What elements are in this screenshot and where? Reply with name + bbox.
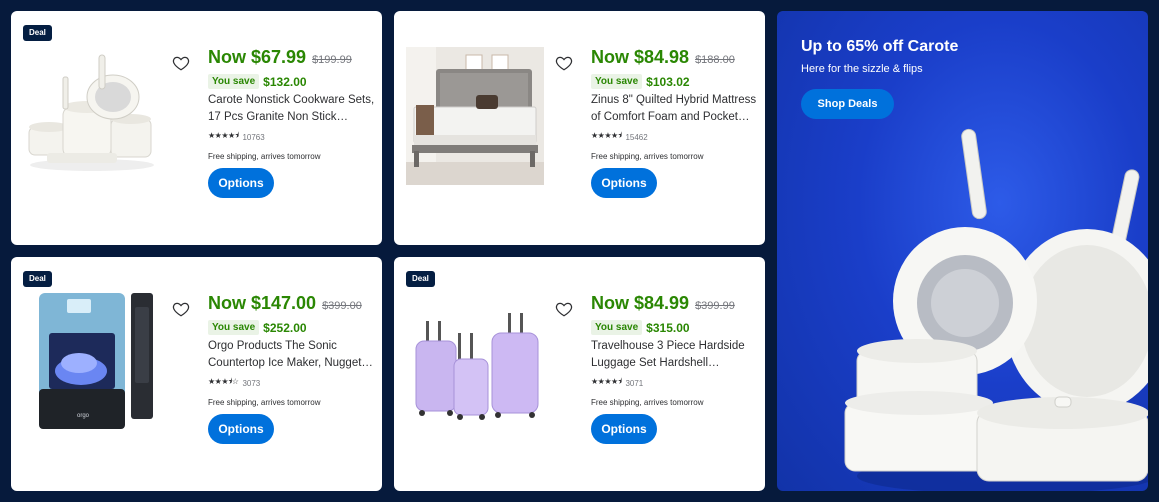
rating: ★★★★⯨ 3071 [591,376,761,390]
shipping-info: Free shipping, arrives tomorrow [591,398,704,407]
product-card-ice-maker[interactable]: Deal orgo Now $147.00 $399.00 You save $… [11,257,382,491]
shipping-info: Free shipping, arrives tomorrow [208,398,321,407]
options-button[interactable]: Options [208,414,274,444]
star-rating-icon: ★★★★⯨ [208,131,239,140]
review-count: 15462 [625,132,648,142]
original-price: $188.00 [695,54,735,66]
heart-icon[interactable] [172,54,190,72]
star-rating-icon: ★★★⯨☆ [208,377,239,386]
shipping-info: Free shipping, arrives tomorrow [591,152,704,161]
star-rating-icon: ★★★★⯨ [591,131,622,140]
carote-cookware-image [844,128,1148,491]
you-save-amount: $132.00 [263,74,307,89]
rating: ★★★★⯨ 10763 [208,130,378,144]
deal-badge: Deal [23,25,52,41]
current-price: Now $67.99 [208,47,307,67]
you-save-amount: $103.02 [646,74,690,89]
deal-badge: Deal [23,271,52,287]
product-title[interactable]: Zinus 8" Quilted Hybrid Mattress of Comf… [591,92,761,126]
review-count: 3071 [625,378,644,388]
options-button[interactable]: Options [591,168,657,198]
product-info: Now $84.99 $399.99 You save $315.00 Trav… [591,293,761,444]
promo-banner-carote[interactable]: Up to 65% off Carote Here for the sizzle… [777,11,1148,491]
current-price: Now $84.99 [591,293,690,313]
product-title[interactable]: Orgo Products The Sonic Countertop Ice M… [208,338,378,372]
heart-icon[interactable] [555,300,573,318]
product-title[interactable]: Travelhouse 3 Piece Hardside Luggage Set… [591,338,761,372]
product-card-cookware[interactable]: Deal Now $67.99 $199.99 You save $132.00 [11,11,382,245]
original-price: $399.00 [322,300,362,312]
shop-deals-button[interactable]: Shop Deals [801,89,894,119]
options-button[interactable]: Options [591,414,657,444]
shipping-info: Free shipping, arrives tomorrow [208,152,321,161]
cookware-set-image[interactable] [23,47,161,185]
current-price: Now $147.00 [208,293,317,313]
promo-subtitle: Here for the sizzle & flips [801,63,923,75]
ice-maker-image[interactable]: orgo [23,293,161,431]
options-button[interactable]: Options [208,168,274,198]
you-save-amount: $315.00 [646,320,690,335]
original-price: $399.99 [695,300,735,312]
you-save-label: You save [591,320,643,335]
original-price: $199.99 [312,54,352,66]
mattress-image[interactable] [406,47,544,185]
heart-icon[interactable] [555,54,573,72]
product-info: Now $147.00 $399.00 You save $252.00 Org… [208,293,378,444]
deal-badge: Deal [406,271,435,287]
product-card-luggage[interactable]: Deal Now $84.99 $399.99 You save $315.00 [394,257,765,491]
luggage-set-image[interactable] [406,293,544,431]
svg-text:orgo: orgo [77,413,90,419]
you-save-label: You save [208,320,260,335]
you-save-amount: $252.00 [263,320,307,335]
review-count: 3073 [242,378,261,388]
current-price: Now $84.98 [591,47,690,67]
review-count: 10763 [242,132,265,142]
heart-icon[interactable] [172,300,190,318]
you-save-label: You save [208,74,260,89]
product-info: Now $84.98 $188.00 You save $103.02 Zinu… [591,47,761,198]
product-title[interactable]: Carote Nonstick Cookware Sets, 17 Pcs Gr… [208,92,378,126]
rating: ★★★★⯨ 15462 [591,130,761,144]
you-save-label: You save [591,74,643,89]
product-card-mattress[interactable]: Now $84.98 $188.00 You save $103.02 Zinu… [394,11,765,245]
product-info: Now $67.99 $199.99 You save $132.00 Caro… [208,47,378,198]
promo-title: Up to 65% off Carote [801,38,959,55]
rating: ★★★⯨☆ 3073 [208,376,378,390]
star-rating-icon: ★★★★⯨ [591,377,622,386]
